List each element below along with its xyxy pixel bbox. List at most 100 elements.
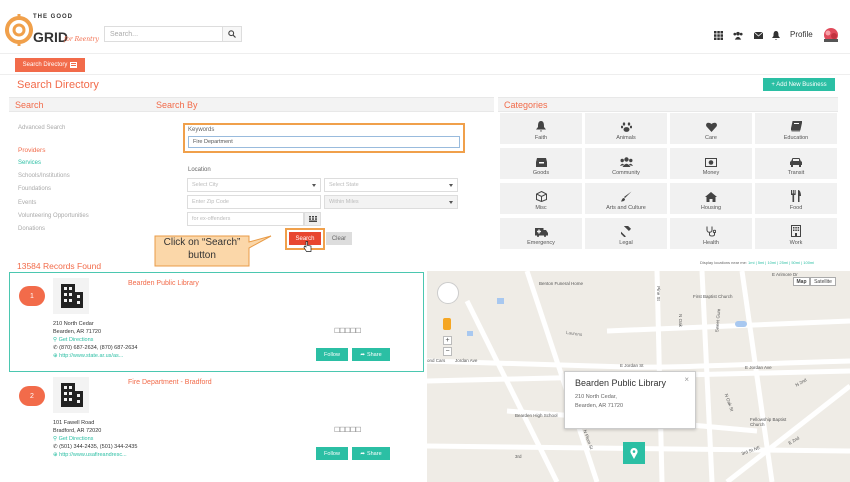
- share-button[interactable]: ➦ Share: [352, 447, 390, 460]
- rating-stars[interactable]: ☐☐☐☐☐: [334, 426, 361, 434]
- keywords-label: Keywords: [188, 127, 215, 133]
- result-title[interactable]: Bearden Public Library: [128, 280, 199, 287]
- map-pin-icon: [630, 447, 638, 459]
- stethoscope-icon: [706, 226, 716, 237]
- records-found-count: 13584 Records Found: [17, 261, 102, 271]
- advanced-search-link[interactable]: Advanced Search: [18, 125, 65, 131]
- map-type-map-button[interactable]: Map: [793, 277, 810, 286]
- sidebar-item-volunteering[interactable]: Volunteering Opportunities: [18, 213, 89, 219]
- map-label: E Arimore Dr: [772, 272, 798, 277]
- get-directions-link[interactable]: ⚲ Get Directions: [53, 435, 137, 443]
- chevron-down-icon: [449, 184, 453, 187]
- keywords-input[interactable]: Fire Department: [188, 136, 460, 148]
- sidebar-item-schools[interactable]: Schools/Institutions: [18, 173, 70, 179]
- map-label: Jordan Ave: [455, 358, 478, 363]
- result-website-link[interactable]: ⊕ http://www.usafireandresc...: [53, 451, 137, 459]
- avatar[interactable]: [821, 25, 841, 45]
- map-label: Benton Funeral Home: [539, 281, 584, 286]
- sidebar-item-foundations[interactable]: Foundations: [18, 186, 51, 192]
- result-title[interactable]: Fire Department - Bradford: [128, 379, 212, 386]
- group-icon: [619, 157, 633, 167]
- map-label: Bearden High School: [515, 413, 558, 418]
- map-label: E Jordan Ave: [745, 365, 772, 370]
- cursor-icon: [303, 241, 312, 252]
- map-label: E Jordan St: [620, 363, 644, 368]
- category-community[interactable]: Community: [585, 148, 667, 179]
- category-goods[interactable]: Goods: [500, 148, 582, 179]
- zoom-in-button[interactable]: +: [443, 336, 452, 345]
- search-by-section-header: Search By: [150, 97, 494, 112]
- add-new-business-button[interactable]: + Add New Business: [763, 78, 835, 91]
- map-pan-control[interactable]: [437, 282, 459, 304]
- sidebar-item-events[interactable]: Events: [18, 200, 36, 206]
- grid-icon[interactable]: [713, 30, 723, 40]
- keywords-highlight: Keywords Fire Department: [183, 123, 465, 153]
- map-label: 3rd: [515, 454, 522, 459]
- state-select[interactable]: Select State: [324, 178, 458, 192]
- radius-links[interactable]: 1mi | 5mi | 10mi | 25mi | 50mi | 100mi: [748, 260, 814, 265]
- rating-stars[interactable]: ☐☐☐☐☐: [334, 327, 361, 335]
- envelope-icon[interactable]: [753, 30, 763, 40]
- category-housing[interactable]: Housing: [670, 183, 752, 214]
- ex-offenders-input[interactable]: for ex-offenders: [187, 212, 304, 226]
- sidebar-item-providers[interactable]: Providers: [18, 147, 45, 154]
- category-education[interactable]: Education: [755, 113, 837, 144]
- money-icon: [705, 158, 717, 167]
- logo-tagline: for Reentry: [64, 36, 99, 43]
- result-number: 2: [19, 386, 45, 406]
- category-arts-and-culture[interactable]: Arts and Culture: [585, 183, 667, 214]
- sidebar-item-donations[interactable]: Donations: [18, 226, 45, 232]
- page-title: Search Directory: [17, 79, 99, 91]
- map-type-satellite-button[interactable]: Satellite: [810, 277, 836, 286]
- profile-link[interactable]: Profile: [790, 30, 813, 39]
- list-icon: [70, 62, 78, 68]
- global-search-input[interactable]: Search...: [104, 26, 222, 42]
- result-address: 210 North Cedar Bearden, AR 71720 ⚲ Get …: [53, 321, 138, 360]
- category-health[interactable]: Health: [670, 218, 752, 249]
- users-icon[interactable]: [733, 30, 743, 40]
- callout-text: Click on “Search” button: [163, 237, 241, 261]
- get-directions-link[interactable]: ⚲ Get Directions: [53, 336, 137, 344]
- close-icon[interactable]: ×: [684, 375, 689, 384]
- share-button[interactable]: ➦ Share: [352, 348, 390, 361]
- zip-input[interactable]: Enter Zip Code: [187, 195, 321, 209]
- categories-section-header: Categories: [498, 97, 838, 112]
- category-transit[interactable]: Transit: [755, 148, 837, 179]
- follow-button[interactable]: Follow: [316, 348, 348, 361]
- chevron-down-icon: [449, 201, 453, 204]
- sidebar-item-services[interactable]: Services: [18, 160, 41, 166]
- category-legal[interactable]: Legal: [585, 218, 667, 249]
- paw-icon: [620, 122, 632, 132]
- display-locations-text: Display locations near me: 1mi | 5mi | 1…: [700, 260, 815, 265]
- result-website-link[interactable]: ⊕ http://www.state.ar.us/as...: [53, 352, 137, 360]
- building-icon: [53, 278, 89, 314]
- building-icon: [53, 377, 89, 413]
- map-marker[interactable]: [623, 442, 645, 464]
- street-view-icon[interactable]: [443, 318, 451, 330]
- search-directory-button[interactable]: Search Directory: [15, 58, 85, 72]
- map-info-popup: Bearden Public Library 210 North Cedar, …: [564, 371, 696, 429]
- category-emergency[interactable]: Emergency: [500, 218, 582, 249]
- category-misc[interactable]: Misc: [500, 183, 582, 214]
- keypad-button[interactable]: [304, 212, 321, 226]
- category-care[interactable]: Care: [670, 113, 752, 144]
- category-faith[interactable]: Faith: [500, 113, 582, 144]
- heart-icon: [705, 122, 717, 132]
- category-animals[interactable]: Animals: [585, 113, 667, 144]
- result-phone: ✆ (501) 344-2435, (501) 344-2435: [53, 444, 138, 450]
- car-icon: [790, 158, 802, 167]
- category-work[interactable]: Work: [755, 218, 837, 249]
- global-search-button[interactable]: [222, 26, 242, 42]
- category-food[interactable]: Food: [755, 183, 837, 214]
- bell-icon[interactable]: [771, 30, 781, 40]
- category-money[interactable]: Money: [670, 148, 752, 179]
- map-label: First Baptist Church: [693, 294, 733, 299]
- share-icon: ➦: [360, 450, 365, 457]
- city-select[interactable]: Select City: [187, 178, 321, 192]
- book-icon: [790, 121, 802, 132]
- miles-select[interactable]: Within Miles: [324, 195, 458, 209]
- clear-button[interactable]: Clear: [326, 232, 352, 245]
- zoom-out-button[interactable]: −: [443, 347, 452, 356]
- follow-button[interactable]: Follow: [316, 447, 348, 460]
- gavel-icon: [620, 226, 631, 237]
